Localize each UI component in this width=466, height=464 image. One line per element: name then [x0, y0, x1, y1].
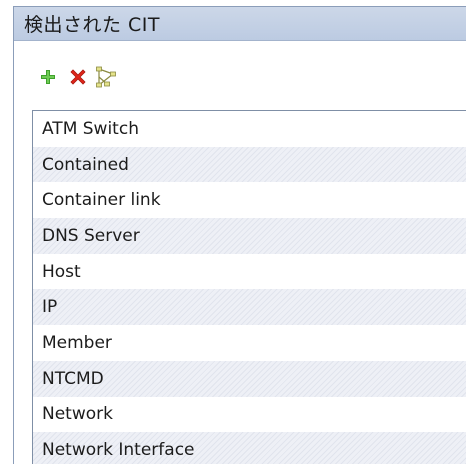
list-item[interactable]: NTCMD — [33, 360, 466, 397]
delete-button[interactable] — [65, 65, 91, 89]
list-item[interactable]: Host — [33, 254, 466, 290]
cit-list[interactable]: ATM Switch Contained Container link DNS … — [32, 110, 466, 464]
panel-title-bar: 検出された CIT — [14, 7, 466, 41]
list-item[interactable]: DNS Server — [33, 218, 466, 254]
add-icon — [41, 70, 55, 84]
hierarchy-icon — [96, 66, 116, 88]
list-item[interactable]: Contained — [33, 146, 466, 183]
hierarchy-button[interactable] — [94, 65, 120, 89]
panel-title: 検出された CIT — [24, 14, 161, 36]
list-item[interactable]: ATM Switch — [33, 111, 466, 147]
delete-icon — [70, 69, 86, 85]
list-item[interactable]: Container link — [33, 182, 466, 218]
discovered-cit-panel: 検出された CIT ATM Switch Contained Container… — [13, 6, 466, 464]
list-item[interactable]: IP — [33, 289, 466, 326]
list-item[interactable]: Member — [33, 325, 466, 361]
list-item[interactable]: Network Interface — [33, 432, 466, 464]
toolbar — [14, 41, 466, 110]
add-button[interactable] — [35, 65, 61, 89]
list-item[interactable]: Network — [33, 397, 466, 433]
